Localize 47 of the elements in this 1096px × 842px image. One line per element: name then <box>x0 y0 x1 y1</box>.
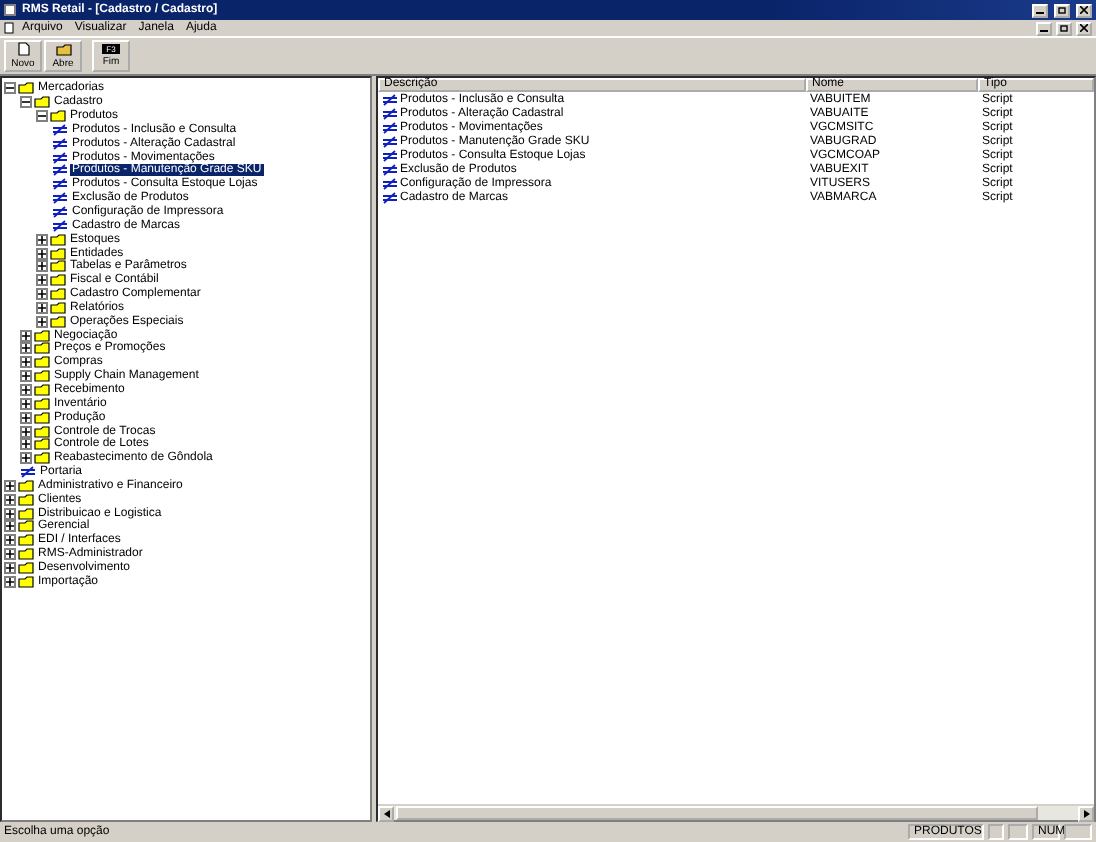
scroll-thumb[interactable] <box>396 806 1038 820</box>
expand-toggle[interactable] <box>36 247 48 260</box>
expand-toggle[interactable] <box>36 288 48 301</box>
expand-toggle[interactable] <box>4 479 16 492</box>
restore-icon <box>1060 24 1068 32</box>
minimize-icon <box>1040 24 1048 32</box>
expand-toggle[interactable] <box>20 356 32 369</box>
expand-toggle[interactable] <box>20 411 32 424</box>
expand-toggle[interactable] <box>20 383 32 396</box>
restore-icon <box>1058 6 1066 14</box>
expand-toggle[interactable] <box>36 274 48 287</box>
minimize-icon <box>1036 6 1044 14</box>
minimize-button[interactable] <box>1036 21 1052 35</box>
close-button[interactable] <box>1076 3 1092 17</box>
folder-icon <box>55 43 71 55</box>
expand-toggle[interactable] <box>4 493 16 506</box>
expand-toggle[interactable] <box>20 397 32 410</box>
expand-toggle[interactable] <box>4 575 16 588</box>
expand-toggle[interactable] <box>36 315 48 328</box>
expand-toggle[interactable] <box>36 233 48 246</box>
app-icon <box>4 4 16 16</box>
expand-toggle[interactable] <box>36 301 48 314</box>
right-arrow-icon <box>1083 810 1089 818</box>
scroll-left-button[interactable] <box>378 806 394 822</box>
expand-toggle[interactable] <box>20 438 32 451</box>
script-icon <box>20 466 36 479</box>
collapse-toggle[interactable] <box>20 96 32 109</box>
expand-toggle[interactable] <box>20 452 32 465</box>
expand-toggle[interactable] <box>4 548 16 561</box>
left-arrow-icon <box>383 810 389 818</box>
expand-toggle[interactable] <box>4 534 16 547</box>
expand-toggle[interactable] <box>20 342 32 355</box>
collapse-toggle[interactable] <box>36 110 48 123</box>
close-icon <box>1080 24 1088 32</box>
expand-toggle[interactable] <box>20 329 32 342</box>
scroll-right-button[interactable] <box>1078 806 1094 822</box>
expand-toggle[interactable] <box>20 425 32 438</box>
close-button[interactable] <box>1076 21 1092 35</box>
minimize-button[interactable] <box>1032 3 1048 17</box>
collapse-toggle[interactable] <box>4 82 16 95</box>
expand-toggle[interactable] <box>4 520 16 533</box>
expand-toggle[interactable] <box>4 507 16 520</box>
close-icon <box>1080 6 1088 14</box>
expand-toggle[interactable] <box>36 260 48 273</box>
horizontal-scrollbar[interactable] <box>378 804 1094 820</box>
expand-toggle[interactable] <box>20 370 32 383</box>
expand-toggle[interactable] <box>4 561 16 574</box>
